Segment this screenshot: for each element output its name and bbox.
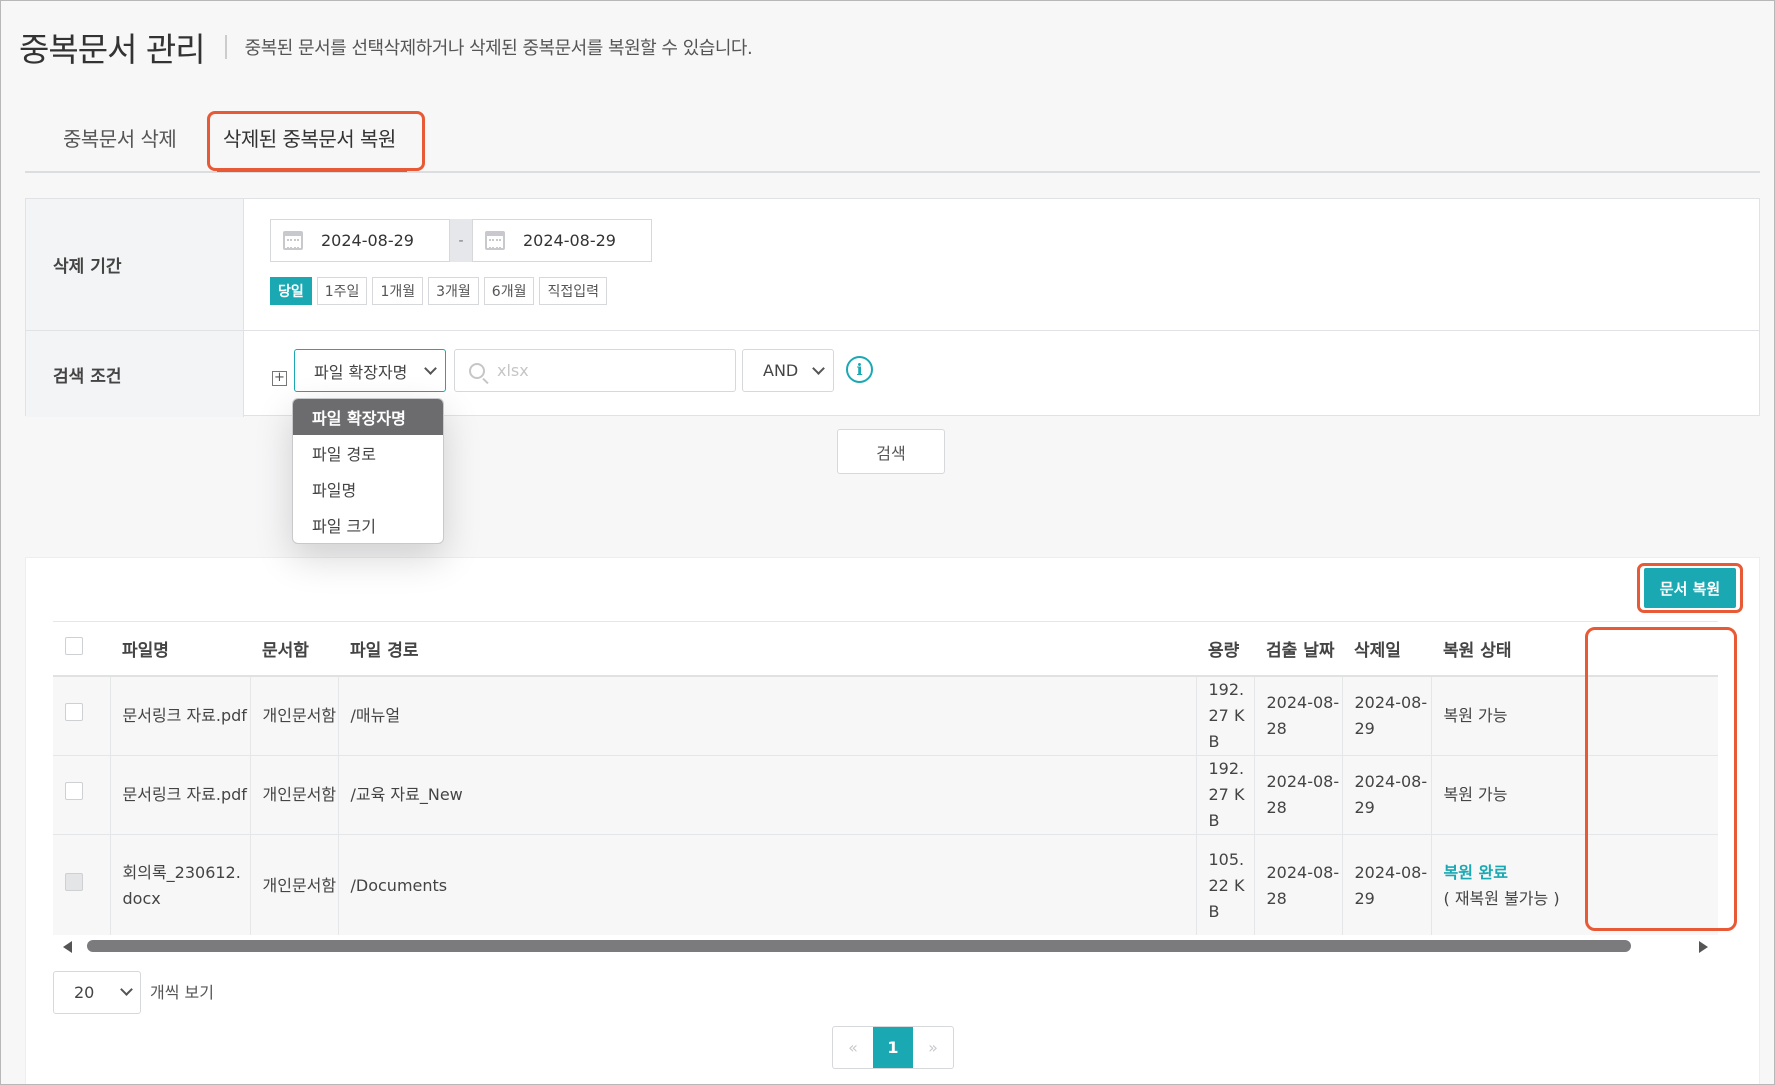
date-from-value: 2024-08-29 [321,231,414,250]
filename-cell: 문서링크 자료.pdf [110,675,251,756]
info-icon[interactable]: i [846,356,873,383]
app-frame: 중복문서 관리 중복된 문서를 선택삭제하거나 삭제된 중복문서를 복원할 수 … [0,0,1775,1085]
status-text: 복원 가능 [1443,705,1508,725]
search-icon [469,362,485,379]
results-table: 파일명 문서함 파일 경로 용량 검출 날짜 삭제일 복원 상태 문서링크 자료… [53,621,1718,939]
restore-button-highlight [1637,563,1743,613]
scroll-right-icon[interactable] [1699,941,1708,953]
chevron-down-icon [120,983,133,996]
calendar-icon[interactable] [283,231,303,250]
chevron-down-icon [812,362,825,375]
title-divider [224,35,227,59]
page-title: 중복문서 관리 [19,30,206,69]
field-select-value: 파일 확장자명 [314,362,408,382]
page-header: 중복문서 관리 중복된 문서를 선택삭제하거나 삭제된 중복문서를 복원할 수 … [19,23,753,71]
column-header[interactable]: 파일명 [110,621,250,677]
tab-delete-duplicates[interactable]: 중복문서 삭제 [63,123,177,152]
page-size-value: 20 [74,983,95,1002]
size-cell: 192.27 KB [1196,755,1255,835]
box-cell: 개인문서함 [250,755,339,835]
detected-date-cell: 2024-08-28 [1254,755,1343,835]
range-1month-button[interactable]: 1개월 [372,277,424,305]
deleted-date-cell: 2024-08-29 [1342,755,1432,835]
date-to-input[interactable]: 2024-08-29 [472,219,652,262]
search-input[interactable]: xlsx [454,349,736,392]
prev-page-button[interactable]: « [833,1027,873,1068]
field-dropdown-menu: 파일 확장자명 파일 경로 파일명 파일 크기 [292,398,444,544]
dropdown-option-path[interactable]: 파일 경로 [293,435,443,471]
table-row: 문서링크 자료.pdf 개인문서함 /교육 자료_New 192.27 KB 2… [53,755,1718,835]
range-1week-button[interactable]: 1주일 [316,277,368,305]
path-cell: /Documents [338,834,1197,939]
path-cell: /교육 자료_New [338,755,1197,835]
row-select-cell [53,675,111,756]
condition-label: 검색 조건 [26,331,244,417]
chevron-down-icon [424,362,437,375]
date-from-input[interactable]: 2024-08-29 [270,219,450,262]
row-select-cell [53,834,111,939]
column-header[interactable]: 파일 경로 [338,621,1196,677]
dropdown-option-filesize[interactable]: 파일 크기 [293,507,443,543]
range-3month-button[interactable]: 3개월 [428,277,479,305]
calendar-icon[interactable] [485,231,505,250]
period-row: 삭제 기간 2024-08-29 - 2024-08-29 당일 1주일 1개월… [26,199,1759,331]
search-placeholder: xlsx [497,361,529,380]
tab-highlight-box [207,111,425,171]
size-cell: 105.22 KB [1196,834,1255,939]
field-select[interactable]: 파일 확장자명 [294,349,446,392]
status-column-highlight [1585,627,1737,931]
row-select-cell [53,755,111,835]
period-label: 삭제 기간 [26,199,244,330]
operator-select[interactable]: AND [742,349,834,392]
path-cell: /매뉴얼 [338,675,1197,756]
page-size-label: 개씩 보기 [150,983,214,1002]
deleted-date-cell: 2024-08-29 [1342,675,1432,756]
page-size-select[interactable]: 20 [53,971,141,1014]
box-cell: 개인문서함 [250,834,339,939]
filter-panel: 삭제 기간 2024-08-29 - 2024-08-29 당일 1주일 1개월… [25,198,1760,417]
search-button[interactable]: 검색 [837,429,945,474]
page-button-current[interactable]: 1 [873,1027,913,1068]
range-6month-button[interactable]: 6개월 [483,277,535,305]
next-page-button[interactable]: » [913,1027,953,1068]
column-header[interactable]: 용량 [1196,621,1254,677]
column-header[interactable]: 문서함 [250,621,338,677]
dropdown-option-filename[interactable]: 파일명 [293,471,443,507]
dropdown-option-extension[interactable]: 파일 확장자명 [293,399,443,435]
table-header-row: 파일명 문서함 파일 경로 용량 검출 날짜 삭제일 복원 상태 [53,621,1718,677]
range-today-button[interactable]: 당일 [270,277,312,305]
detected-date-cell: 2024-08-28 [1254,675,1343,756]
add-condition-icon[interactable]: + [272,371,287,386]
operator-select-value: AND [763,361,799,380]
horizontal-scrollbar[interactable] [53,935,1718,957]
filename-cell: 회의록_230612.docx [110,834,251,939]
box-cell: 개인문서함 [250,675,339,756]
date-to-value: 2024-08-29 [523,231,616,250]
column-header[interactable]: 검출 날짜 [1254,621,1342,677]
table-row: 문서링크 자료.pdf 개인문서함 /매뉴얼 192.27 KB 2024-08… [53,675,1718,756]
table-row: 회의록_230612.docx 개인문서함 /Documents 105.22 … [53,834,1718,939]
scroll-left-icon[interactable] [63,941,72,953]
status-text: 복원 가능 [1443,784,1508,804]
detected-date-cell: 2024-08-28 [1254,834,1343,939]
select-all-cell [53,621,110,677]
quick-range-buttons: 당일 1주일 1개월 3개월 6개월 직접입력 [270,277,607,305]
filename-cell: 문서링크 자료.pdf [110,755,251,835]
select-all-checkbox[interactable] [65,636,83,655]
page-description: 중복된 문서를 선택삭제하거나 삭제된 중복문서를 복원할 수 있습니다. [244,38,753,59]
size-cell: 192.27 KB [1196,675,1255,756]
range-custom-button[interactable]: 직접입력 [539,277,607,305]
date-separator: - [450,219,472,262]
scrollbar-thumb[interactable] [87,940,1631,952]
condition-row: 검색 조건 + 파일 확장자명 xlsx AND i [26,331,1759,417]
row-checkbox[interactable] [65,702,83,721]
deleted-date-cell: 2024-08-29 [1342,834,1432,939]
row-checkbox-disabled [65,873,83,891]
row-checkbox[interactable] [65,781,83,800]
pagination: « 1 » [832,1026,954,1069]
column-header[interactable]: 삭제일 [1342,621,1431,677]
